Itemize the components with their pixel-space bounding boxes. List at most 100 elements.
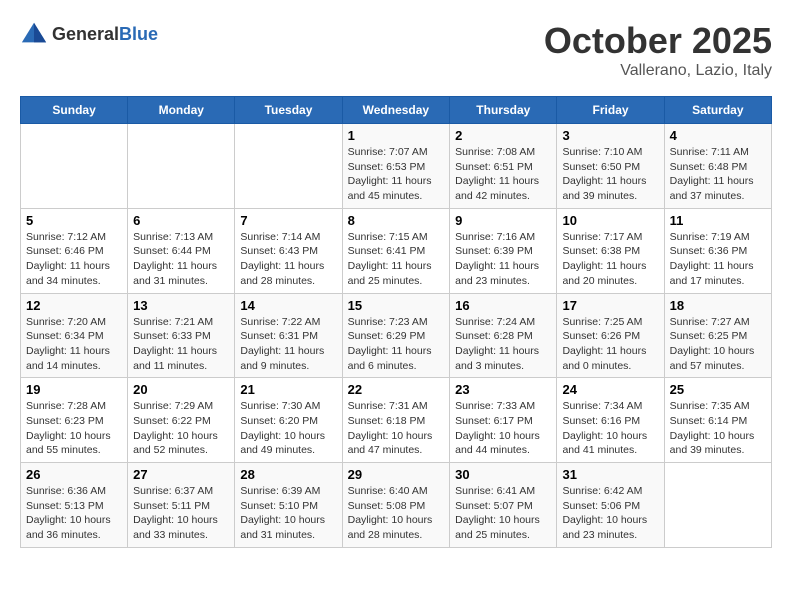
day-cell-18: 18 Sunrise: 7:27 AM Sunset: 6:25 PM Dayli… bbox=[664, 293, 771, 378]
page-header: GeneralBlue October 2025 Vallerano, Lazi… bbox=[20, 20, 772, 80]
day-cell-29: 29 Sunrise: 6:40 AM Sunset: 5:08 PM Dayli… bbox=[342, 463, 450, 548]
day-cell-25: 25Sunrise: 7:35 AM Sunset: 6:14 PM Dayli… bbox=[664, 378, 771, 463]
day-info: Sunrise: 7:16 AM Sunset: 6:39 PM Dayligh… bbox=[455, 230, 551, 289]
day-number: 14 bbox=[240, 298, 336, 313]
day-number: 24 bbox=[562, 382, 658, 397]
calendar-header: SundayMondayTuesdayWednesdayThursdayFrid… bbox=[21, 97, 772, 124]
day-cell-28: 28 Sunrise: 6:39 AM Sunset: 5:10 PM Dayli… bbox=[235, 463, 342, 548]
header-day-wednesday: Wednesday bbox=[342, 97, 450, 124]
logo-icon bbox=[20, 20, 48, 48]
header-day-saturday: Saturday bbox=[664, 97, 771, 124]
header-day-monday: Monday bbox=[128, 97, 235, 124]
day-cell-3: 3Sunrise: 7:10 AM Sunset: 6:50 PM Daylig… bbox=[557, 124, 664, 209]
day-number: 27 bbox=[133, 467, 229, 482]
day-cell-22: 22Sunrise: 7:31 AM Sunset: 6:18 PM Dayli… bbox=[342, 378, 450, 463]
day-number: 6 bbox=[133, 213, 229, 228]
day-info: Sunrise: 6:39 AM Sunset: 5:10 PM Dayligh… bbox=[240, 484, 336, 543]
logo: GeneralBlue bbox=[20, 20, 158, 48]
day-info: Sunrise: 7:29 AM Sunset: 6:22 PM Dayligh… bbox=[133, 399, 229, 458]
day-info: Sunrise: 7:17 AM Sunset: 6:38 PM Dayligh… bbox=[562, 230, 658, 289]
day-info: Sunrise: 6:37 AM Sunset: 5:11 PM Dayligh… bbox=[133, 484, 229, 543]
day-cell-27: 27 Sunrise: 6:37 AM Sunset: 5:11 PM Dayli… bbox=[128, 463, 235, 548]
day-number: 28 bbox=[240, 467, 336, 482]
day-number: 1 bbox=[348, 128, 445, 143]
day-cell-17: 17 Sunrise: 7:25 AM Sunset: 6:26 PM Dayli… bbox=[557, 293, 664, 378]
day-number: 30 bbox=[455, 467, 551, 482]
day-number: 7 bbox=[240, 213, 336, 228]
day-info: Sunrise: 7:24 AM Sunset: 6:28 PM Dayligh… bbox=[455, 315, 551, 374]
day-cell-31: 31Sunrise: 6:42 AM Sunset: 5:06 PM Dayli… bbox=[557, 463, 664, 548]
day-number: 4 bbox=[670, 128, 766, 143]
day-number: 31 bbox=[562, 467, 658, 482]
day-number: 29 bbox=[348, 467, 445, 482]
day-number: 26 bbox=[26, 467, 122, 482]
day-cell-8: 8Sunrise: 7:15 AM Sunset: 6:41 PM Daylig… bbox=[342, 208, 450, 293]
day-number: 5 bbox=[26, 213, 122, 228]
day-info: Sunrise: 7:25 AM Sunset: 6:26 PM Dayligh… bbox=[562, 315, 658, 374]
week-row-2: 5 Sunrise: 7:12 AM Sunset: 6:46 PM Daylig… bbox=[21, 208, 772, 293]
empty-cell bbox=[21, 124, 128, 209]
day-info: Sunrise: 7:35 AM Sunset: 6:14 PM Dayligh… bbox=[670, 399, 766, 458]
day-number: 21 bbox=[240, 382, 336, 397]
day-cell-26: 26 Sunrise: 6:36 AM Sunset: 5:13 PM Dayli… bbox=[21, 463, 128, 548]
logo-text-blue: Blue bbox=[119, 24, 158, 44]
week-row-5: 26 Sunrise: 6:36 AM Sunset: 5:13 PM Dayli… bbox=[21, 463, 772, 548]
day-number: 13 bbox=[133, 298, 229, 313]
header-day-friday: Friday bbox=[557, 97, 664, 124]
day-number: 10 bbox=[562, 213, 658, 228]
logo-text-general: General bbox=[52, 24, 119, 44]
day-cell-30: 30Sunrise: 6:41 AM Sunset: 5:07 PM Dayli… bbox=[450, 463, 557, 548]
title-block: October 2025 Vallerano, Lazio, Italy bbox=[544, 20, 772, 80]
day-cell-23: 23 Sunrise: 7:33 AM Sunset: 6:17 PM Dayli… bbox=[450, 378, 557, 463]
day-info: Sunrise: 7:19 AM Sunset: 6:36 PM Dayligh… bbox=[670, 230, 766, 289]
day-cell-11: 11 Sunrise: 7:19 AM Sunset: 6:36 PM Dayli… bbox=[664, 208, 771, 293]
empty-cell bbox=[235, 124, 342, 209]
day-info: Sunrise: 6:40 AM Sunset: 5:08 PM Dayligh… bbox=[348, 484, 445, 543]
day-cell-6: 6Sunrise: 7:13 AM Sunset: 6:44 PM Daylig… bbox=[128, 208, 235, 293]
day-info: Sunrise: 7:22 AM Sunset: 6:31 PM Dayligh… bbox=[240, 315, 336, 374]
calendar-table: SundayMondayTuesdayWednesdayThursdayFrid… bbox=[20, 96, 772, 548]
day-info: Sunrise: 7:34 AM Sunset: 6:16 PM Dayligh… bbox=[562, 399, 658, 458]
header-day-sunday: Sunday bbox=[21, 97, 128, 124]
calendar-location: Vallerano, Lazio, Italy bbox=[544, 62, 772, 80]
day-cell-13: 13Sunrise: 7:21 AM Sunset: 6:33 PM Dayli… bbox=[128, 293, 235, 378]
day-info: Sunrise: 7:07 AM Sunset: 6:53 PM Dayligh… bbox=[348, 145, 445, 204]
day-number: 12 bbox=[26, 298, 122, 313]
calendar-title: October 2025 bbox=[544, 20, 772, 62]
day-number: 9 bbox=[455, 213, 551, 228]
header-day-tuesday: Tuesday bbox=[235, 97, 342, 124]
day-info: Sunrise: 7:20 AM Sunset: 6:34 PM Dayligh… bbox=[26, 315, 122, 374]
day-number: 23 bbox=[455, 382, 551, 397]
day-cell-9: 9 Sunrise: 7:16 AM Sunset: 6:39 PM Daylig… bbox=[450, 208, 557, 293]
day-cell-24: 24 Sunrise: 7:34 AM Sunset: 6:16 PM Dayli… bbox=[557, 378, 664, 463]
day-info: Sunrise: 6:36 AM Sunset: 5:13 PM Dayligh… bbox=[26, 484, 122, 543]
day-cell-19: 19Sunrise: 7:28 AM Sunset: 6:23 PM Dayli… bbox=[21, 378, 128, 463]
day-number: 11 bbox=[670, 213, 766, 228]
day-cell-21: 21Sunrise: 7:30 AM Sunset: 6:20 PM Dayli… bbox=[235, 378, 342, 463]
day-info: Sunrise: 7:27 AM Sunset: 6:25 PM Dayligh… bbox=[670, 315, 766, 374]
week-row-4: 19Sunrise: 7:28 AM Sunset: 6:23 PM Dayli… bbox=[21, 378, 772, 463]
day-info: Sunrise: 7:08 AM Sunset: 6:51 PM Dayligh… bbox=[455, 145, 551, 204]
day-info: Sunrise: 7:12 AM Sunset: 6:46 PM Dayligh… bbox=[26, 230, 122, 289]
header-row: SundayMondayTuesdayWednesdayThursdayFrid… bbox=[21, 97, 772, 124]
day-info: Sunrise: 7:14 AM Sunset: 6:43 PM Dayligh… bbox=[240, 230, 336, 289]
day-cell-12: 12 Sunrise: 7:20 AM Sunset: 6:34 PM Dayli… bbox=[21, 293, 128, 378]
day-info: Sunrise: 7:23 AM Sunset: 6:29 PM Dayligh… bbox=[348, 315, 445, 374]
day-info: Sunrise: 7:10 AM Sunset: 6:50 PM Dayligh… bbox=[562, 145, 658, 204]
day-cell-1: 1 Sunrise: 7:07 AM Sunset: 6:53 PM Daylig… bbox=[342, 124, 450, 209]
week-row-3: 12 Sunrise: 7:20 AM Sunset: 6:34 PM Dayli… bbox=[21, 293, 772, 378]
day-info: Sunrise: 7:11 AM Sunset: 6:48 PM Dayligh… bbox=[670, 145, 766, 204]
header-day-thursday: Thursday bbox=[450, 97, 557, 124]
day-cell-20: 20Sunrise: 7:29 AM Sunset: 6:22 PM Dayli… bbox=[128, 378, 235, 463]
empty-cell bbox=[664, 463, 771, 548]
day-cell-15: 15 Sunrise: 7:23 AM Sunset: 6:29 PM Dayli… bbox=[342, 293, 450, 378]
day-number: 17 bbox=[562, 298, 658, 313]
day-cell-2: 2Sunrise: 7:08 AM Sunset: 6:51 PM Daylig… bbox=[450, 124, 557, 209]
day-info: Sunrise: 7:33 AM Sunset: 6:17 PM Dayligh… bbox=[455, 399, 551, 458]
week-row-1: 1 Sunrise: 7:07 AM Sunset: 6:53 PM Daylig… bbox=[21, 124, 772, 209]
day-number: 18 bbox=[670, 298, 766, 313]
day-number: 15 bbox=[348, 298, 445, 313]
day-info: Sunrise: 7:28 AM Sunset: 6:23 PM Dayligh… bbox=[26, 399, 122, 458]
calendar-body: 1 Sunrise: 7:07 AM Sunset: 6:53 PM Daylig… bbox=[21, 124, 772, 548]
day-number: 22 bbox=[348, 382, 445, 397]
